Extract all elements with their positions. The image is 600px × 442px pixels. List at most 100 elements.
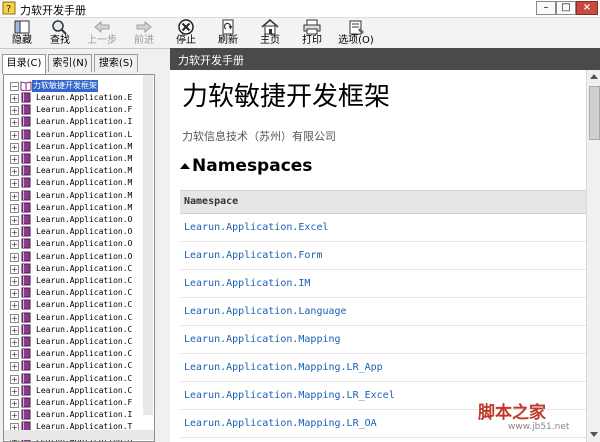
options-icon — [349, 20, 364, 35]
tab-contents[interactable]: 目录(C) — [2, 54, 46, 74]
options-button[interactable]: 选项(O) — [334, 19, 378, 47]
tree-item[interactable]: + Learun.Application.O — [6, 251, 146, 263]
expand-icon[interactable]: + — [10, 264, 19, 274]
toolbar: 隐藏 查找 上一步 前进 停止 刷新 主页 打印 选项(O) — [0, 18, 600, 49]
scroll-thumb[interactable] — [589, 86, 600, 140]
maximize-button[interactable]: □ — [556, 1, 576, 15]
tree-item[interactable]: + Learun.Application.C — [6, 275, 146, 287]
expand-icon[interactable]: + — [10, 411, 19, 421]
stop-icon — [178, 19, 194, 35]
stop-button[interactable]: 停止 — [166, 19, 206, 47]
tree-item[interactable]: + Learun.Application.C — [6, 385, 146, 397]
namespace-link[interactable]: Learun.Application.Language — [180, 298, 586, 326]
tree-item[interactable]: + Learun.Application.C — [6, 299, 146, 311]
collapse-section-icon[interactable] — [180, 163, 190, 169]
tree-item[interactable]: + Learun.Application.M — [6, 202, 146, 214]
tree-horizontal-scrollbar[interactable] — [4, 430, 154, 440]
book-icon — [21, 263, 31, 274]
tree-root[interactable]: − 力软敏捷开发框架 — [6, 80, 146, 92]
tree-item[interactable]: + Learun.Application.M — [6, 165, 146, 177]
expand-icon[interactable]: + — [10, 386, 19, 396]
find-button[interactable]: 查找 — [40, 19, 80, 47]
tree-vertical-scrollbar[interactable] — [143, 75, 153, 415]
tree-item[interactable]: + Learun.Application.C — [6, 312, 146, 324]
tree-item[interactable]: + Learun.Application.C — [6, 287, 146, 299]
tree-item[interactable]: + Learun.Application.M — [6, 153, 146, 165]
namespace-column-header: Namespace — [180, 190, 586, 214]
tree-item[interactable]: + Learun.Application.M — [6, 190, 146, 202]
tree-item[interactable]: + Learun.Application.O — [6, 226, 146, 238]
tree-item[interactable]: + Learun.Application.C — [6, 263, 146, 275]
print-button[interactable]: 打印 — [292, 19, 332, 47]
expand-icon[interactable]: + — [10, 289, 19, 299]
expand-icon[interactable]: + — [10, 301, 19, 311]
tree-item[interactable]: + Learun.Application.L — [6, 129, 146, 141]
tree-item[interactable]: + Learun.Application.C — [6, 348, 146, 360]
tree-item-label: Learun.Application.C — [36, 373, 133, 383]
expand-icon[interactable]: + — [10, 362, 19, 372]
home-button[interactable]: 主页 — [250, 19, 290, 47]
close-button[interactable]: × — [576, 1, 598, 15]
tab-index[interactable]: 索引(N) — [48, 54, 92, 72]
tree-item[interactable]: + Learun.Application.O — [6, 238, 146, 250]
namespace-link[interactable]: Learun.Application.Form — [180, 242, 586, 270]
refresh-button[interactable]: 刷新 — [208, 19, 248, 47]
tree-item[interactable]: + Learun.Application.F — [6, 397, 146, 409]
expand-icon[interactable]: + — [10, 313, 19, 323]
tree-item[interactable]: + Learun.Application.M — [6, 177, 146, 189]
tree-item[interactable]: + Learun.Application.M — [6, 141, 146, 153]
tree-item[interactable]: + Learun.Application.C — [6, 336, 146, 348]
tree-item-label: Learun.Application.C — [36, 337, 133, 346]
namespace-link[interactable]: Learun.Application.IM — [180, 270, 586, 298]
hide-button[interactable]: 隐藏 — [2, 19, 42, 47]
expand-icon[interactable]: + — [10, 277, 19, 286]
tree-item[interactable]: + Learun.Application.C — [6, 324, 146, 336]
back-button[interactable]: 上一步 — [82, 19, 122, 47]
collapse-icon[interactable]: − — [10, 82, 19, 91]
expand-icon[interactable]: + — [10, 118, 19, 128]
tree-item[interactable]: + Learun.Application.C — [6, 373, 146, 385]
tab-search[interactable]: 搜索(S) — [94, 54, 138, 72]
book-icon — [21, 299, 31, 310]
expand-icon[interactable]: + — [10, 191, 19, 201]
expand-icon[interactable]: + — [10, 203, 19, 213]
expand-icon[interactable]: + — [10, 338, 19, 347]
namespace-link[interactable]: Learun.Application.Mapping.LR_App — [180, 354, 586, 382]
expand-icon[interactable]: + — [10, 94, 19, 103]
stop-label: 停止 — [176, 35, 196, 46]
expand-icon[interactable]: + — [10, 130, 19, 140]
minimize-button[interactable]: – — [536, 1, 556, 15]
expand-icon[interactable]: + — [10, 325, 19, 335]
expand-icon[interactable]: + — [10, 240, 19, 250]
expand-icon[interactable]: + — [10, 252, 19, 262]
expand-icon[interactable]: + — [10, 216, 19, 225]
tree-item[interactable]: + Learun.Application.O — [6, 214, 146, 226]
namespace-link[interactable]: Learun.Application.Mapping — [180, 326, 586, 354]
contents-tree: − 力软敏捷开发框架 + Learun.Application.E + Learun.… — [3, 74, 155, 442]
find-label: 查找 — [50, 35, 70, 46]
tree-item[interactable]: + Learun.Application.I — [6, 409, 146, 421]
namespaces-heading[interactable]: Namespaces — [180, 156, 312, 176]
expand-icon[interactable]: + — [10, 167, 19, 177]
tree-item[interactable]: + Learun.Application.F — [6, 104, 146, 116]
scroll-down-icon[interactable] — [590, 432, 598, 437]
content-vertical-scrollbar[interactable] — [586, 70, 600, 442]
refresh-label: 刷新 — [218, 35, 238, 46]
tree-item-label: Learun.Application.M — [36, 154, 133, 163]
scroll-up-icon[interactable] — [590, 74, 598, 79]
tree-item[interactable]: + Learun.Application.E — [6, 92, 146, 104]
expand-icon[interactable]: + — [10, 155, 19, 164]
namespace-link[interactable]: Learun.Application.Excel — [180, 214, 586, 242]
expand-icon[interactable]: + — [10, 106, 19, 116]
forward-button[interactable]: 前进 — [124, 19, 164, 47]
expand-icon[interactable]: + — [10, 399, 19, 408]
expand-icon[interactable]: + — [10, 350, 19, 360]
tree-item[interactable]: + Learun.Application.C — [6, 360, 146, 372]
tree-item-label: Learun.Application.O — [36, 251, 133, 261]
tree-item[interactable]: + Learun.Application.I — [6, 116, 146, 128]
expand-icon[interactable]: + — [10, 179, 19, 189]
book-icon — [21, 287, 31, 298]
expand-icon[interactable]: + — [10, 142, 19, 152]
expand-icon[interactable]: + — [10, 228, 19, 238]
expand-icon[interactable]: + — [10, 374, 19, 384]
